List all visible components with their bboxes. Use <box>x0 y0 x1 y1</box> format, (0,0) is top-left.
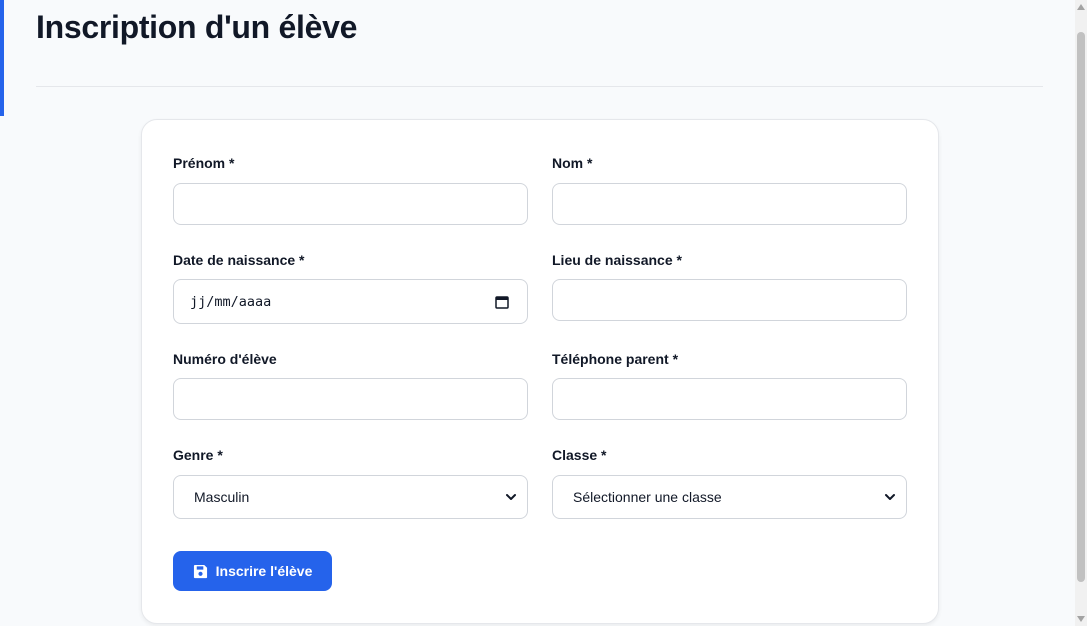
gender-selected-value: Masculin <box>194 489 250 505</box>
page: Inscription d'un élève Prénom * Nom * Da… <box>0 0 1087 626</box>
calendar-icon[interactable] <box>495 295 509 309</box>
gender-select[interactable]: Masculin <box>173 475 528 519</box>
class-select[interactable]: Sélectionner une classe <box>552 475 907 519</box>
birth-date-input[interactable]: jj/mm/aaaa <box>173 279 528 324</box>
last-name-label: Nom * <box>552 155 593 171</box>
scroll-up-icon[interactable] <box>1077 4 1085 10</box>
student-number-input[interactable] <box>173 378 528 420</box>
accent-bar <box>0 0 4 116</box>
first-name-input[interactable] <box>173 183 528 225</box>
chevron-down-icon <box>506 494 516 500</box>
submit-button-label: Inscrire l'élève <box>215 563 313 579</box>
submit-button[interactable]: Inscrire l'élève <box>173 551 332 591</box>
birth-date-placeholder: jj/mm/aaaa <box>190 293 272 310</box>
vertical-scrollbar[interactable] <box>1075 0 1087 626</box>
page-title: Inscription d'un élève <box>36 9 358 45</box>
registration-form-card: Prénom * Nom * Date de naissance * jj/mm… <box>141 119 939 624</box>
scroll-down-icon[interactable] <box>1077 616 1085 622</box>
parent-phone-label: Téléphone parent * <box>552 351 679 367</box>
birth-place-input[interactable] <box>552 279 907 321</box>
save-icon <box>193 564 207 578</box>
first-name-label: Prénom * <box>173 155 235 171</box>
scrollbar-thumb[interactable] <box>1077 32 1085 582</box>
gender-label: Genre * <box>173 447 223 463</box>
last-name-input[interactable] <box>552 183 907 225</box>
birth-date-label: Date de naissance * <box>173 252 305 268</box>
class-label: Classe * <box>552 447 607 463</box>
birth-place-label: Lieu de naissance * <box>552 252 682 268</box>
student-number-label: Numéro d'élève <box>173 351 277 367</box>
parent-phone-input[interactable] <box>552 378 907 420</box>
chevron-down-icon <box>885 494 895 500</box>
class-selected-value: Sélectionner une classe <box>573 489 722 505</box>
title-divider <box>36 86 1043 87</box>
